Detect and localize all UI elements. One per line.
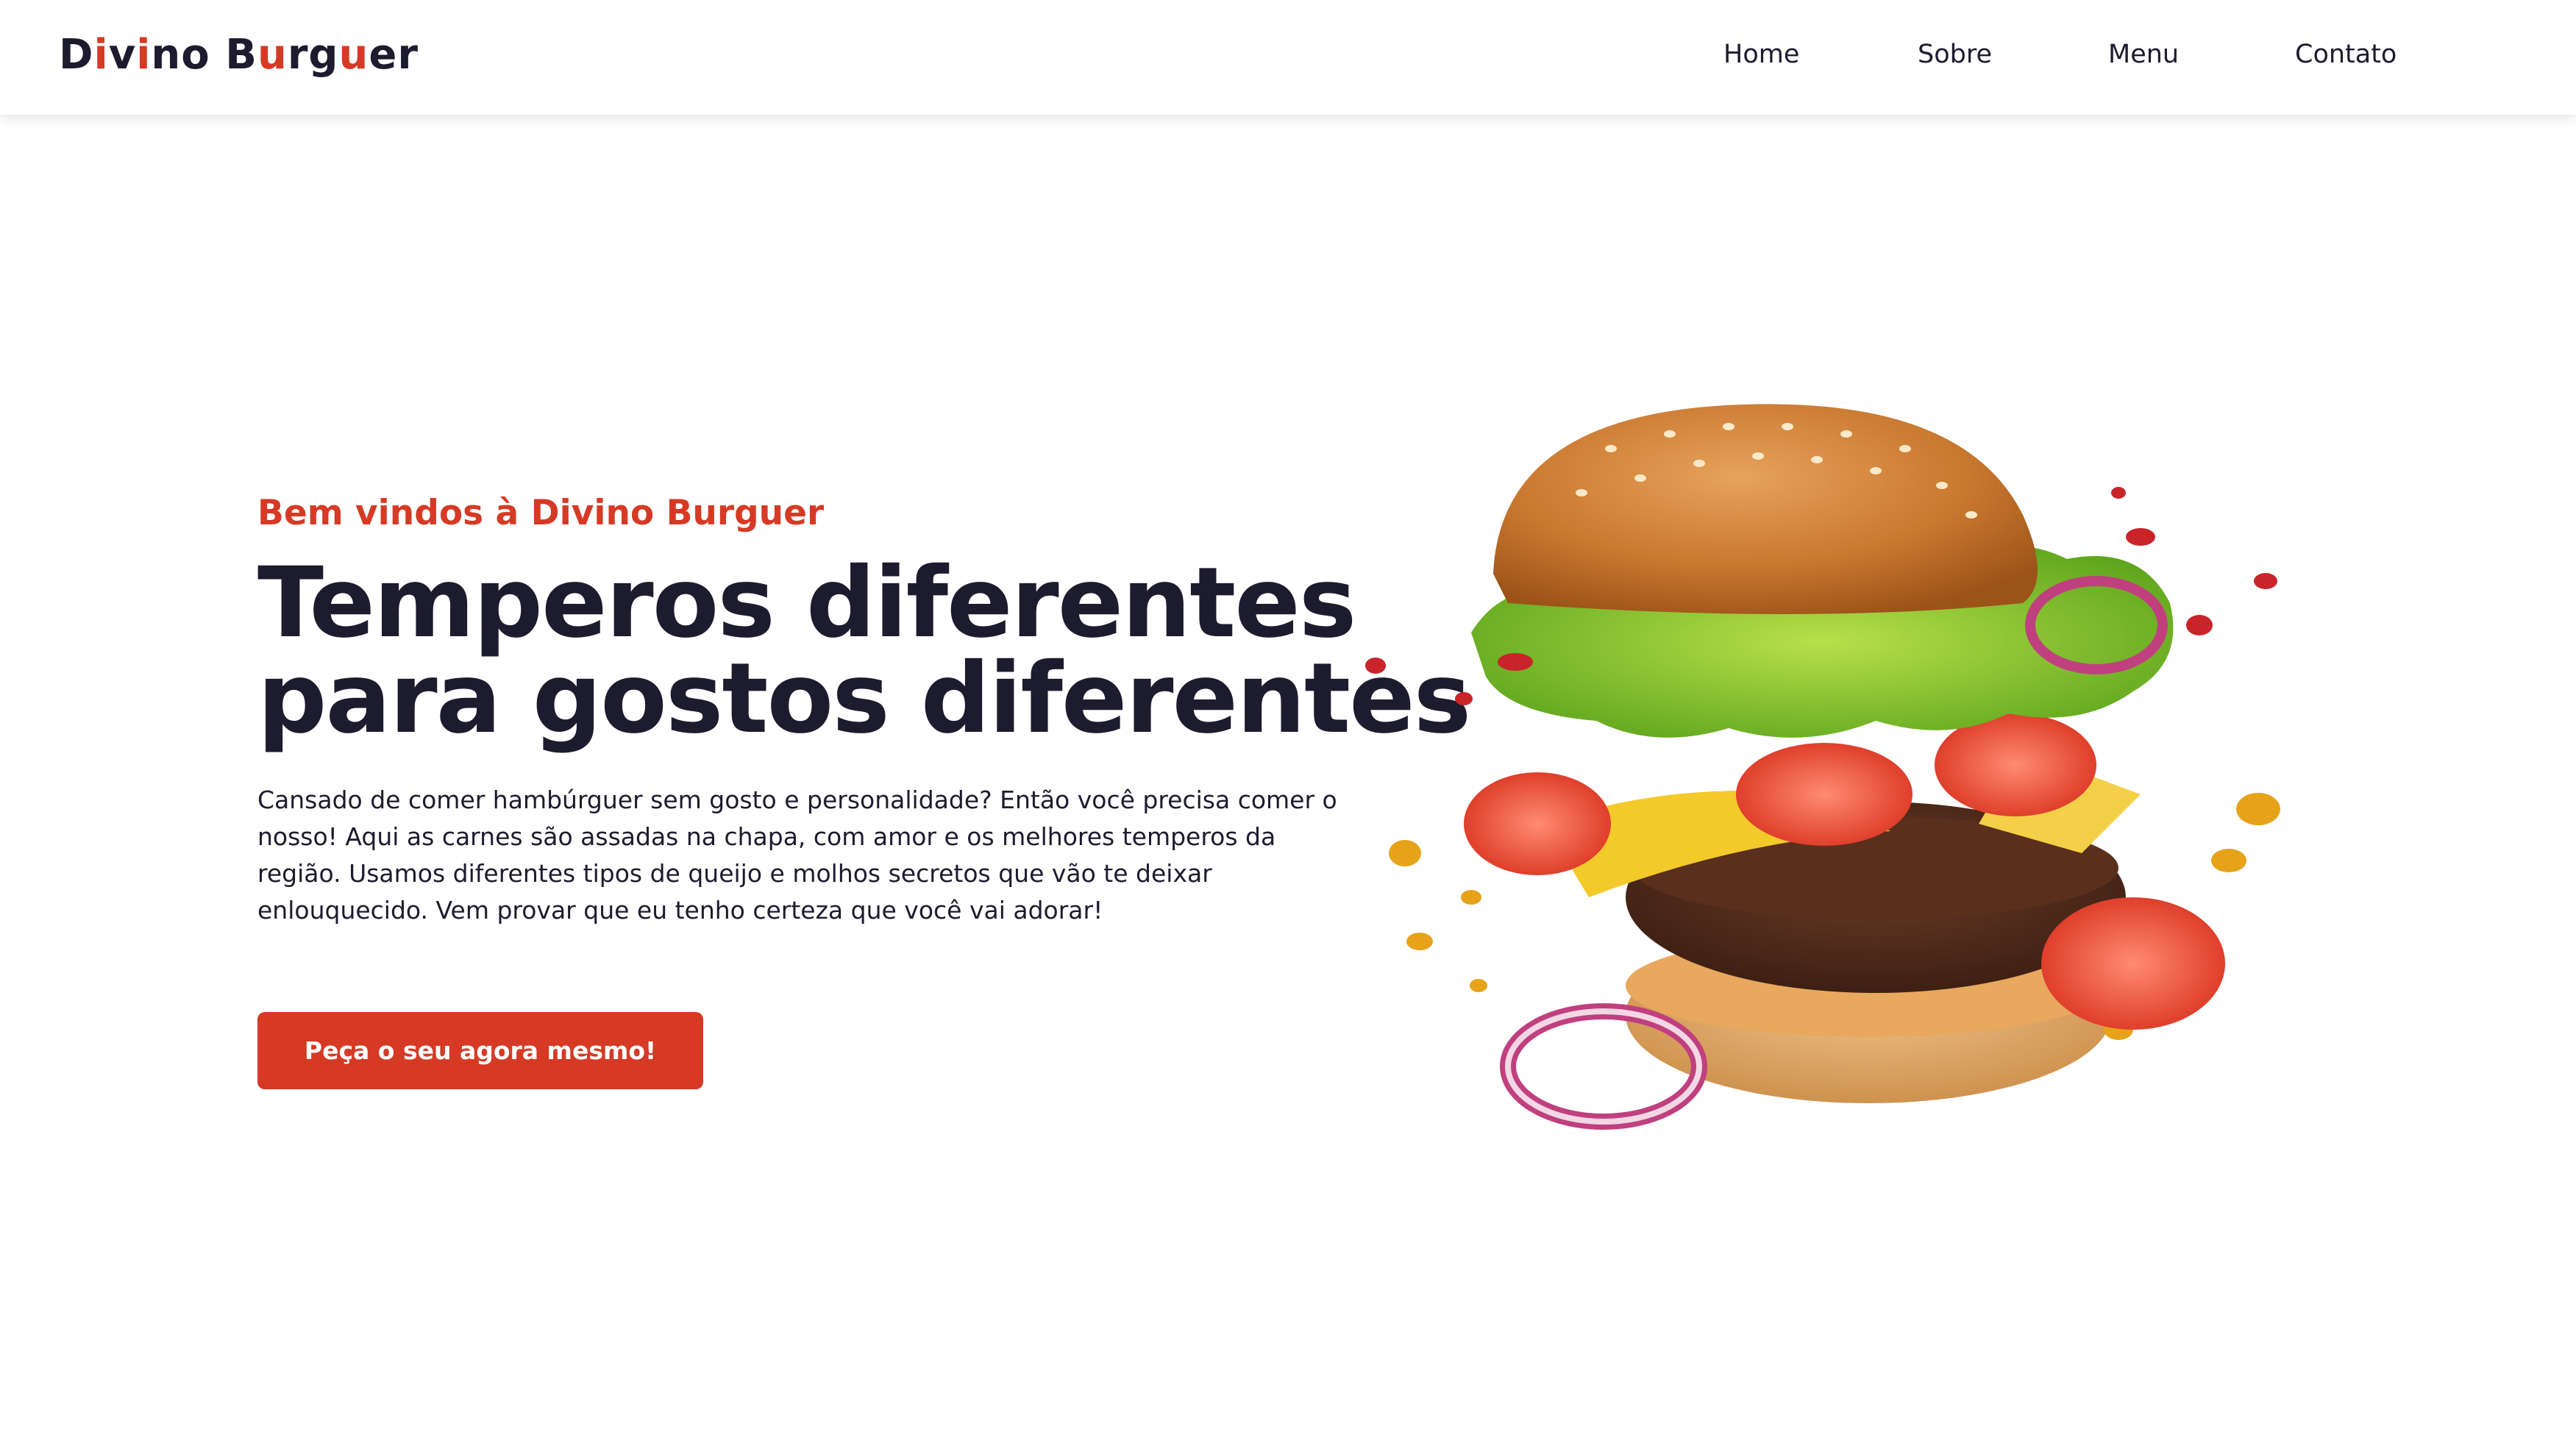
nav-link-contato[interactable]: Contato: [2295, 40, 2397, 69]
hero-section: Bem vindos à Divino Burguer Temperos dif…: [257, 493, 1471, 929]
site-header: Divino Burguer Home Sobre Menu Contato: [0, 0, 2576, 115]
main-nav: Home Sobre Menu Contato: [0, 40, 2576, 76]
nav-link-menu[interactable]: Menu: [2108, 40, 2179, 69]
order-now-button[interactable]: Peça o seu agora mesmo!: [257, 1012, 703, 1089]
hero-headline-line: para gostos diferentes: [257, 642, 1471, 755]
hero-headline: Temperos diferentes para gostos diferent…: [257, 546, 1471, 755]
nav-link-home[interactable]: Home: [1723, 40, 1799, 69]
hero-description: Cansado de comer hambúrguer sem gosto e …: [257, 786, 1337, 925]
burger-image: [1361, 382, 2317, 1192]
hero-welcome: Bem vindos à Divino Burguer: [257, 493, 825, 533]
nav-link-sobre[interactable]: Sobre: [1918, 40, 1992, 69]
hero-headline-line: Temperos diferentes: [257, 546, 1356, 660]
